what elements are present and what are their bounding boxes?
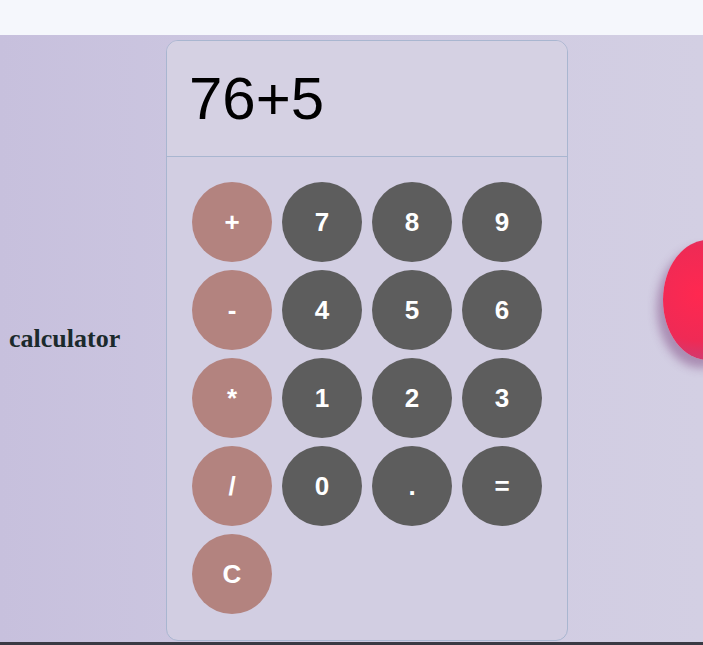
display: 76+5: [167, 41, 567, 157]
key-button[interactable]: 2: [372, 358, 452, 438]
key-button[interactable]: .: [372, 446, 452, 526]
top-strip: [0, 0, 703, 35]
key-button[interactable]: 7: [282, 182, 362, 262]
key-button[interactable]: C: [192, 534, 272, 614]
background-photo-shape: [663, 240, 703, 360]
bottom-edge: [0, 642, 703, 645]
key-button[interactable]: /: [192, 446, 272, 526]
display-text: 76+5: [189, 66, 324, 132]
key-button[interactable]: 4: [282, 270, 362, 350]
calculator-panel: 76+5 +789 -456 *123 /0.= C: [166, 40, 568, 641]
side-area: calculator: [0, 324, 166, 354]
key-button[interactable]: 8: [372, 182, 452, 262]
key-button[interactable]: 1: [282, 358, 362, 438]
key-button[interactable]: +: [192, 182, 272, 262]
key-button[interactable]: -: [192, 270, 272, 350]
key-button[interactable]: 3: [462, 358, 542, 438]
calculator-label: calculator: [9, 324, 120, 353]
key-button[interactable]: =: [462, 446, 542, 526]
page: calculator 76+5 +789 -456 *123 /0.= C: [0, 0, 703, 645]
key-button[interactable]: 6: [462, 270, 542, 350]
key-button[interactable]: 9: [462, 182, 542, 262]
key-button[interactable]: 0: [282, 446, 362, 526]
main-area: calculator 76+5 +789 -456 *123 /0.= C: [0, 35, 703, 642]
key-button[interactable]: *: [192, 358, 272, 438]
keypad: +789 -456 *123 /0.= C: [167, 157, 567, 639]
key-button[interactable]: 5: [372, 270, 452, 350]
